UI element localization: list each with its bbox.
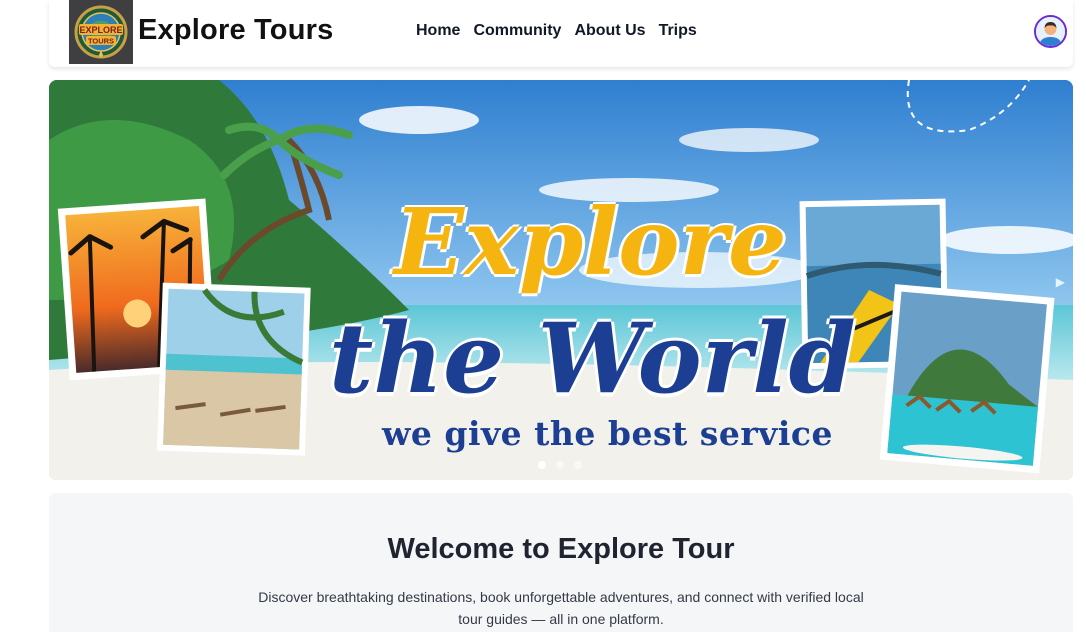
carousel-next-icon[interactable]: ▶ xyxy=(1056,275,1065,289)
carousel-dot-2[interactable] xyxy=(556,461,564,469)
nav-link-home[interactable]: Home xyxy=(416,22,460,40)
main-nav: Home Community About Us Trips xyxy=(416,22,697,40)
compass-logo-icon: EXPLORE TOURS xyxy=(69,0,133,64)
brand-logo[interactable]: EXPLORE TOURS xyxy=(69,0,133,64)
logo-text-2: TOURS xyxy=(88,37,114,46)
welcome-title: Welcome to Explore Tour xyxy=(387,533,735,565)
welcome-description: Discover breathtaking destinations, book… xyxy=(258,589,864,627)
top-navbar: EXPLORE TOURS Explore Tours Home Communi… xyxy=(49,0,1073,67)
carousel-dot-1[interactable] xyxy=(538,461,546,469)
carousel-indicators xyxy=(538,461,582,469)
user-avatar[interactable] xyxy=(1034,15,1067,48)
hero-tagline: we give the best service xyxy=(382,414,834,453)
welcome-section: Welcome to Explore Tour Discover breatht… xyxy=(49,493,1073,632)
hero-headline-line2: the World xyxy=(329,302,856,415)
hero-carousel[interactable]: Explore the World we give the best servi… xyxy=(49,80,1073,480)
nav-link-community[interactable]: Community xyxy=(473,22,561,40)
nav-link-about-us[interactable]: About Us xyxy=(574,22,645,40)
logo-text-1: EXPLORE xyxy=(79,25,122,35)
brand-name[interactable]: Explore Tours xyxy=(138,14,333,47)
hero-headline-line1: Explore xyxy=(394,188,787,296)
user-avatar-icon xyxy=(1036,17,1065,46)
carousel-dot-3[interactable] xyxy=(574,461,582,469)
nav-link-trips[interactable]: Trips xyxy=(659,22,697,40)
